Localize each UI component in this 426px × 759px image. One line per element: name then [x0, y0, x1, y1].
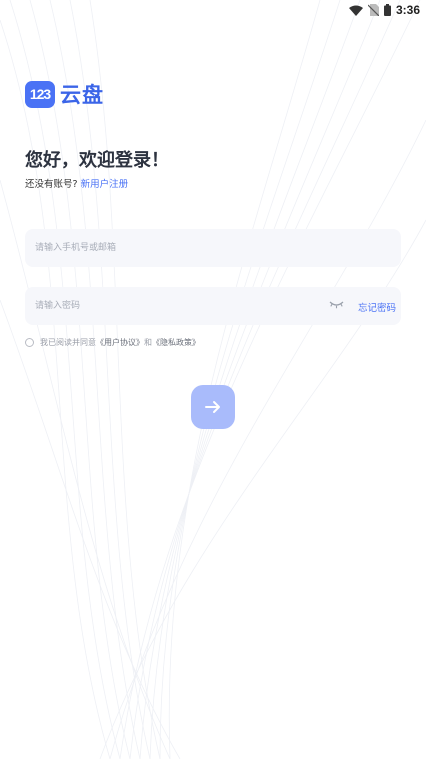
password-input[interactable] [35, 287, 315, 325]
signup-row: 还没有账号? 新用户注册 [25, 176, 128, 190]
agreement-and: 和 [144, 337, 152, 347]
arrow-right-icon [205, 401, 220, 413]
forgot-password-link[interactable]: 忘记密码 [358, 300, 396, 314]
user-agreement-link[interactable]: 《用户协议》 [96, 337, 144, 348]
phone-email-field[interactable] [25, 229, 401, 267]
signup-link[interactable]: 新用户注册 [81, 179, 129, 190]
battery-icon [383, 4, 391, 16]
login-button[interactable] [191, 385, 235, 429]
eye-closed-icon[interactable] [329, 301, 344, 309]
login-screen: 3:36 123 云盘 您好，欢迎登录！ 还没有账号? 新用户注册 忘记密码 我… [0, 0, 426, 759]
no-account-text: 还没有账号? [25, 179, 78, 190]
agreement-row: 我已阅读并同意 《用户协议》 和 《隐私政策》 [25, 336, 200, 348]
status-bar: 3:36 [0, 0, 426, 22]
agreement-checkbox[interactable] [25, 337, 34, 347]
background-wave-lines [0, 0, 426, 759]
status-time: 3:36 [395, 3, 420, 17]
logo-badge: 123 [25, 80, 55, 108]
no-sim-icon [367, 4, 379, 16]
app-name: 云盘 [60, 83, 104, 107]
welcome-title: 您好，欢迎登录！ [25, 150, 169, 171]
status-icons: 3:36 [348, 2, 420, 18]
privacy-policy-link[interactable]: 《隐私政策》 [152, 337, 200, 348]
wifi-icon [348, 5, 363, 16]
password-field[interactable]: 忘记密码 [25, 287, 401, 325]
phone-email-input[interactable] [35, 229, 315, 267]
app-logo: 123 云盘 [25, 80, 104, 108]
agreement-prefix: 我已阅读并同意 [40, 337, 96, 347]
